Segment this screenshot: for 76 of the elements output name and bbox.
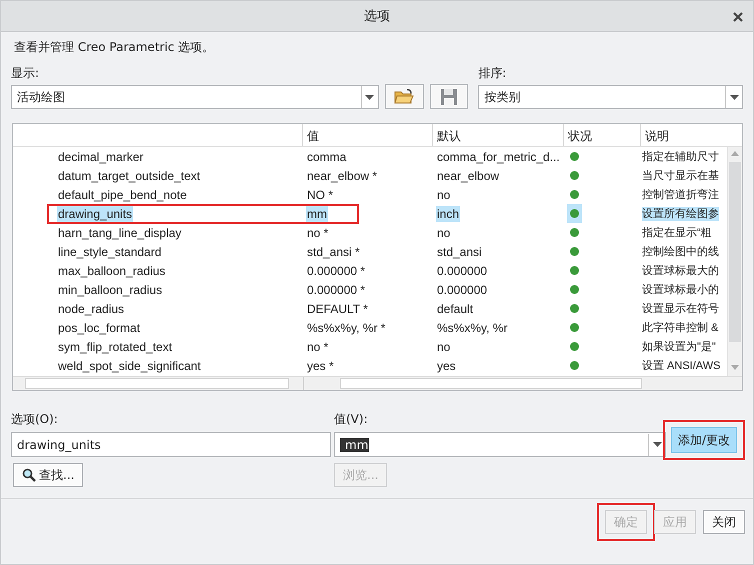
table-cell: no *	[306, 338, 330, 354]
table-cell: 指定在显示“粗	[642, 226, 712, 240]
table-cell: near_elbow	[436, 168, 500, 184]
column-header[interactable]: 状况	[568, 129, 592, 143]
close-button[interactable]: 关闭	[703, 510, 745, 534]
field-label: 值(V):	[334, 411, 369, 428]
option-name[interactable]: min_balloon_radius	[57, 282, 164, 298]
table-cell: std_ansi *	[306, 244, 361, 260]
table-cell: no *	[306, 224, 330, 240]
table-cell: 设置 ANSI/AWS	[642, 359, 720, 373]
close-icon[interactable]	[733, 12, 743, 22]
table-cell: no	[436, 224, 452, 240]
column-header[interactable]: 默认	[437, 129, 461, 143]
option-input-field[interactable]: drawing_units	[11, 432, 331, 457]
table-cell: 控制管道折弯注	[642, 188, 719, 202]
table-cell: 控制绘图中的线	[642, 245, 719, 259]
dropdown-caret-icon[interactable]	[730, 94, 738, 100]
option-name[interactable]: datum_target_outside_text	[57, 168, 202, 184]
scroll-up-arrow-icon[interactable]	[731, 151, 740, 156]
display-dropdown[interactable]: 活动绘图	[11, 85, 379, 109]
table-cell: std_ansi	[436, 244, 483, 260]
column-header[interactable]: 值	[307, 129, 319, 143]
value-dropdown[interactable]: mm	[334, 432, 666, 457]
table-cell: 此字符串控制 &	[642, 321, 718, 335]
option-name[interactable]: pos_loc_format	[57, 320, 142, 336]
field-label: 排序:	[478, 65, 508, 82]
table-cell: yes	[436, 358, 457, 374]
table-cell: 0.000000 *	[306, 262, 366, 278]
sort-dropdown[interactable]: 按类别	[478, 85, 743, 109]
table-cell: no	[436, 338, 452, 354]
table-cell: 0.000000 *	[306, 282, 366, 298]
table-cell: no	[436, 186, 452, 202]
table-cell: yes *	[306, 358, 335, 374]
open-folder-button[interactable]	[384, 84, 424, 109]
table-cell: %s%x%y, %r *	[306, 320, 386, 336]
table-cell: near_elbow *	[306, 168, 378, 184]
add-button[interactable]: 添加/更改	[671, 427, 738, 453]
option-name[interactable]: sym_flip_rotated_text	[57, 338, 174, 354]
dropdown-caret-icon[interactable]	[365, 94, 374, 100]
table-cell: 指定在辅助尺寸	[642, 150, 719, 164]
option-name[interactable]: weld_spot_side_significant	[57, 358, 202, 374]
table-cell: inch	[436, 206, 460, 222]
field-label: 选项(O):	[11, 411, 59, 428]
description-text: 查看并管理 Creo Parametric 选项。	[14, 40, 214, 54]
dropdown-caret-icon[interactable]	[652, 442, 662, 447]
table-cell: comma	[306, 148, 348, 164]
folder-icon	[394, 88, 414, 104]
option-name[interactable]: decimal_marker	[57, 148, 144, 164]
window-title: 选项	[364, 8, 390, 25]
search-icon	[22, 468, 36, 482]
scroll-down-arrow-icon[interactable]	[731, 365, 740, 370]
table-cell: default	[436, 300, 474, 316]
table-cell: mm	[306, 206, 328, 222]
table-cell: 设置球标最大的	[642, 264, 719, 278]
save-button[interactable]	[430, 84, 468, 109]
vertical-scrollbar[interactable]	[727, 147, 742, 376]
table-cell: %s%x%y, %r	[436, 320, 508, 336]
table-cell: 设置显示在符号	[642, 302, 719, 316]
table-cell: 设置球标最小的	[642, 283, 719, 297]
table-cell: 设置所有绘图参	[642, 207, 719, 221]
option-name[interactable]: harn_tang_line_display	[57, 224, 182, 240]
table-cell: comma_for_metric_d...	[436, 148, 561, 164]
option-name[interactable]: default_pipe_bend_note	[57, 186, 188, 202]
option-name[interactable]: node_radius	[57, 300, 126, 316]
option-name[interactable]: line_style_standard	[57, 244, 162, 260]
option-name[interactable]: drawing_units	[57, 206, 134, 222]
option-name[interactable]: max_balloon_radius	[57, 262, 166, 278]
table-cell: 如果设置为"是"	[642, 340, 716, 354]
find-button[interactable]: 查找...	[13, 463, 84, 487]
table-cell: 当尺寸显示在基	[642, 169, 719, 183]
table-cell: 0.000000	[436, 262, 488, 278]
table-cell: NO *	[306, 186, 334, 202]
table-cell: DEFAULT *	[306, 300, 369, 316]
field-label: 显示:	[11, 65, 40, 82]
column-header[interactable]: 说明	[645, 129, 669, 143]
table-cell: 0.000000	[436, 282, 488, 298]
